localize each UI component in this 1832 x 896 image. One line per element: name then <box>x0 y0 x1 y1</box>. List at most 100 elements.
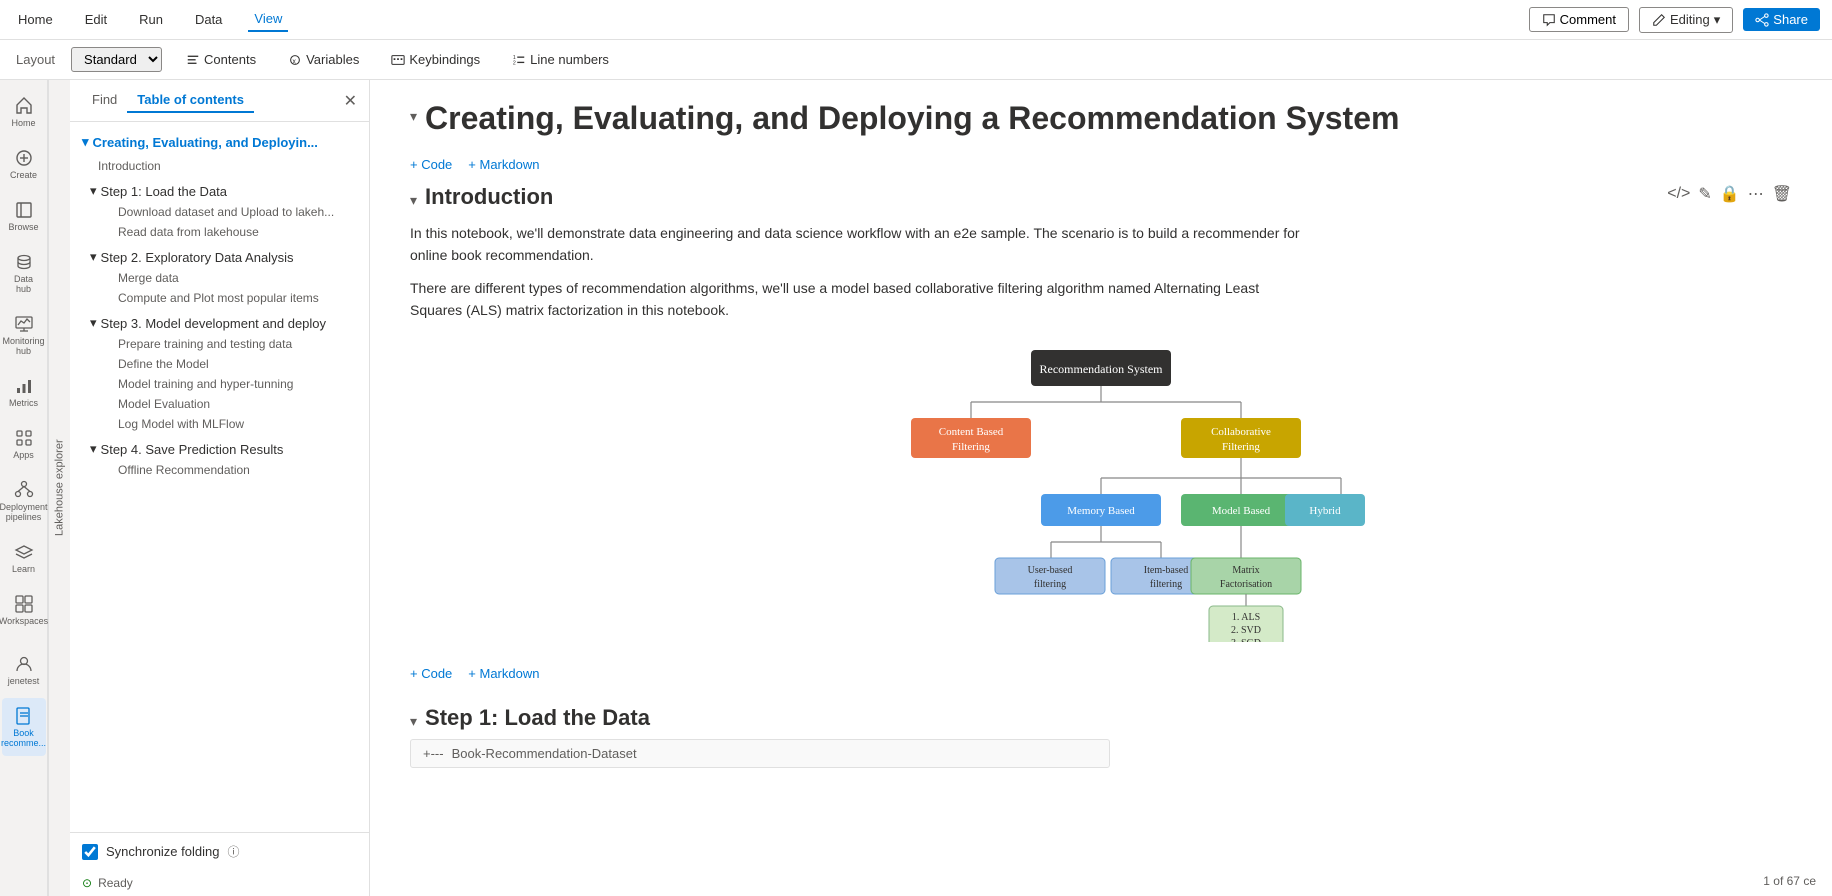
toc-panel: Find Table of contents ✕ ▾ Creating, Eva… <box>70 80 370 896</box>
page-counter: 1 of 67 ce <box>1763 874 1816 888</box>
toc-root-item[interactable]: ▾ Creating, Evaluating, and Deployin... <box>70 130 369 154</box>
collapse-title-button[interactable]: ▾ <box>410 108 417 125</box>
contents-button[interactable]: Contents <box>178 48 264 71</box>
tab-toc[interactable]: Table of contents <box>127 88 254 113</box>
cell-actions: </> ✎ 🔒 ⋯ 🗑 <box>1667 184 1792 204</box>
svg-text:Filtering: Filtering <box>952 441 990 453</box>
chevron-down-icon: ▾ <box>82 134 89 150</box>
keybindings-button[interactable]: Keybindings <box>383 48 488 71</box>
line-numbers-button[interactable]: 12 Line numbers <box>504 48 617 71</box>
add-markdown-button-2[interactable]: + Markdown <box>468 666 539 681</box>
toc-close-button[interactable]: ✕ <box>344 91 357 111</box>
create-icon <box>14 148 34 168</box>
nav-menu: Home Edit Run Data View <box>12 7 288 32</box>
toc-item-model-eval[interactable]: Model Evaluation <box>70 394 369 414</box>
svg-text:Content Based: Content Based <box>939 426 1004 438</box>
intro-section-header: ▾ Introduction </> ✎ 🔒 ⋯ 🗑 <box>410 184 1792 210</box>
sidebar-item-home[interactable]: Home <box>2 88 46 136</box>
tab-find[interactable]: Find <box>82 88 127 113</box>
workspaces-icon <box>14 594 34 614</box>
sidebar-item-learn[interactable]: Learn <box>2 534 46 582</box>
toc-item-merge-data[interactable]: Merge data <box>70 268 369 288</box>
sidebar-icons: Home Create Browse Data hub Monitoring h… <box>0 80 48 896</box>
intro-section: ▾ Introduction </> ✎ 🔒 ⋯ 🗑 In this noteb… <box>410 184 1792 642</box>
editing-button[interactable]: Editing ▾ <box>1639 7 1733 33</box>
toc-item-download[interactable]: Download dataset and Upload to lakeh... <box>70 202 369 222</box>
keybindings-label: Keybindings <box>409 52 480 67</box>
svg-text:Recommendation System: Recommendation System <box>1040 362 1164 376</box>
sidebar-item-data-hub[interactable]: Data hub <box>2 244 46 302</box>
sidebar-item-apps[interactable]: Apps <box>2 420 46 468</box>
toc-section-step3-header[interactable]: ▾ Step 3. Model development and deploy <box>70 312 369 334</box>
toc-item-prepare-data[interactable]: Prepare training and testing data <box>70 334 369 354</box>
toc-item-define-model[interactable]: Define the Model <box>70 354 369 374</box>
toc-item-introduction[interactable]: Introduction <box>70 156 369 176</box>
variables-button[interactable]: x Variables <box>280 48 367 71</box>
toc-item-log-model[interactable]: Log Model with MLFlow <box>70 414 369 434</box>
add-markdown-button-1[interactable]: + Markdown <box>468 157 539 172</box>
dataset-bar[interactable]: +--- Book-Recommendation-Dataset <box>410 739 1110 768</box>
sync-folding-label: Synchronize folding <box>106 844 219 859</box>
nav-data[interactable]: Data <box>189 8 228 31</box>
lock-cell-icon[interactable]: 🔒 <box>1720 184 1740 204</box>
sidebar-item-deployment[interactable]: Deployment pipelines <box>2 472 46 530</box>
line-numbers-label: Line numbers <box>530 52 609 67</box>
line-numbers-icon: 12 <box>512 53 526 67</box>
sidebar-item-workspaces[interactable]: Workspaces <box>2 586 46 634</box>
nav-run[interactable]: Run <box>133 8 169 31</box>
toc-item-offline-rec[interactable]: Offline Recommendation <box>70 460 369 480</box>
svg-text:Model Based: Model Based <box>1212 505 1271 517</box>
edit-cell-icon[interactable]: ✎ <box>1698 184 1711 204</box>
sidebar-item-monitoring[interactable]: Monitoring hub <box>2 306 46 364</box>
home-icon <box>14 96 34 116</box>
toc-section-step3: ▾ Step 3. Model development and deploy P… <box>70 310 369 436</box>
add-code-button-2[interactable]: + Code <box>410 666 452 681</box>
svg-text:Factorisation: Factorisation <box>1220 579 1272 590</box>
more-options-icon[interactable]: ⋯ <box>1748 184 1764 204</box>
sync-folding-checkbox[interactable] <box>82 844 98 860</box>
toc-section-step1-header[interactable]: ▾ Step 1: Load the Data <box>70 180 369 202</box>
sidebar-item-browse[interactable]: Browse <box>2 192 46 240</box>
intro-text-1: In this notebook, we'll demonstrate data… <box>410 222 1310 267</box>
intro-heading: Introduction <box>425 184 553 210</box>
comment-icon <box>1542 13 1556 27</box>
collapse-load-data-button[interactable]: ▾ <box>410 713 417 730</box>
apps-icon <box>14 428 34 448</box>
notebook-content: ▾ Creating, Evaluating, and Deploying a … <box>370 80 1832 896</box>
svg-text:2. SVD: 2. SVD <box>1231 625 1261 636</box>
sidebar-item-user[interactable]: jenetest <box>2 646 46 694</box>
add-code-button-1[interactable]: + Code <box>410 157 452 172</box>
toc-section-step4-header[interactable]: ▾ Step 4. Save Prediction Results <box>70 438 369 460</box>
sidebar-item-create[interactable]: Create <box>2 140 46 188</box>
add-cell-row-1: + Code + Markdown <box>410 153 1792 176</box>
data-hub-icon <box>14 252 34 272</box>
sidebar-item-metrics[interactable]: Metrics <box>2 368 46 416</box>
nav-view[interactable]: View <box>248 7 288 32</box>
toc-section-step2-header[interactable]: ▾ Step 2. Exploratory Data Analysis <box>70 246 369 268</box>
contents-label: Contents <box>204 52 256 67</box>
toc-item-compute-plot[interactable]: Compute and Plot most popular items <box>70 288 369 308</box>
contents-icon <box>186 53 200 67</box>
toc-item-model-training[interactable]: Model training and hyper-tunning <box>70 374 369 394</box>
svg-text:Hybrid: Hybrid <box>1309 505 1341 517</box>
notebook-title: Creating, Evaluating, and Deploying a Re… <box>425 100 1792 137</box>
delete-cell-icon[interactable]: 🗑 <box>1772 184 1792 204</box>
code-view-icon[interactable]: </> <box>1667 185 1690 203</box>
chevron-down-icon: ▾ <box>90 441 97 457</box>
layout-select[interactable]: Standard <box>71 47 162 72</box>
svg-text:Memory Based: Memory Based <box>1067 505 1135 517</box>
status-label: Ready <box>98 876 133 890</box>
comment-button[interactable]: Comment <box>1529 7 1629 32</box>
add-cell-row-2: + Code + Markdown <box>410 662 1792 685</box>
chevron-down-icon: ▾ <box>90 249 97 265</box>
nav-edit[interactable]: Edit <box>79 8 113 31</box>
toc-item-read-data[interactable]: Read data from lakehouse <box>70 222 369 242</box>
dataset-expand-icon: +--- <box>423 746 444 761</box>
sidebar-item-book[interactable]: Book recomme... <box>2 698 46 756</box>
toc-step4-label: Step 4. Save Prediction Results <box>101 442 284 457</box>
nav-home[interactable]: Home <box>12 8 59 31</box>
lakehouse-explorer-label[interactable]: Lakehouse explorer <box>48 80 70 896</box>
share-button[interactable]: Share <box>1743 8 1820 31</box>
svg-text:Item-based: Item-based <box>1144 565 1188 576</box>
collapse-intro-button[interactable]: ▾ <box>410 192 417 209</box>
